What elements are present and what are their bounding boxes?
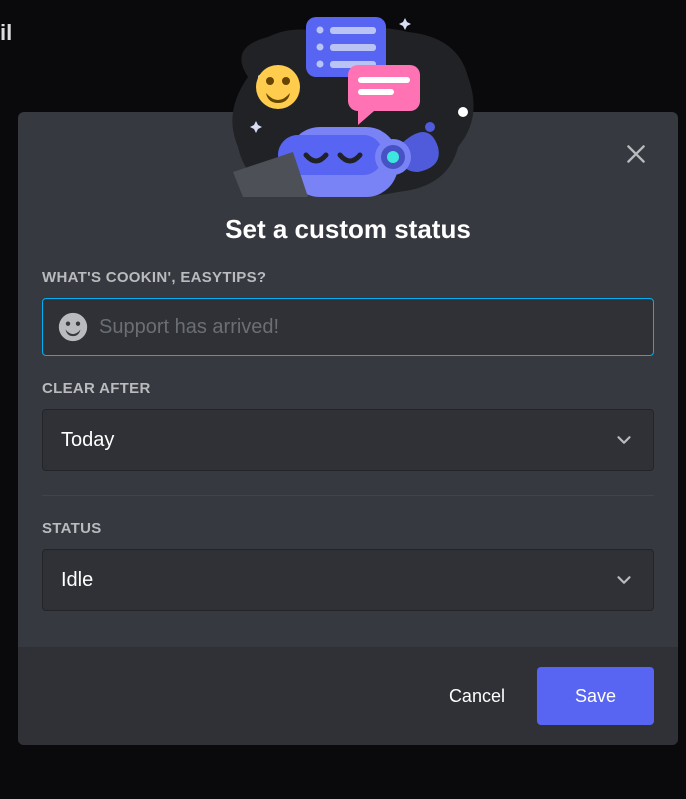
modal-body: WHAT'S COOKIN', EASYTIPS? CLEAR AFTER To bbox=[18, 245, 678, 647]
modal-header: Set a custom status bbox=[18, 112, 678, 245]
clear-after-value: Today bbox=[61, 429, 114, 452]
status-value: Idle bbox=[61, 569, 93, 592]
modal-title: Set a custom status bbox=[18, 214, 678, 245]
emoji-picker-button[interactable] bbox=[57, 311, 89, 343]
status-text-input-wrap bbox=[42, 298, 654, 356]
status-field: STATUS Idle bbox=[42, 520, 654, 611]
chevron-down-icon bbox=[613, 569, 635, 591]
custom-status-modal: Set a custom status WHAT'S COOKIN', EASY… bbox=[18, 112, 678, 745]
clear-after-field: CLEAR AFTER Today bbox=[42, 380, 654, 471]
grinning-face-icon bbox=[58, 312, 88, 342]
chevron-down-icon bbox=[613, 429, 635, 451]
background-text-fragment: il bbox=[0, 20, 12, 46]
cancel-button[interactable]: Cancel bbox=[441, 676, 513, 717]
clear-after-select[interactable]: Today bbox=[42, 409, 654, 471]
status-text-label: WHAT'S COOKIN', EASYTIPS? bbox=[42, 269, 654, 286]
save-button[interactable]: Save bbox=[537, 667, 654, 725]
close-icon bbox=[623, 141, 649, 167]
divider bbox=[42, 495, 654, 496]
status-text-input[interactable] bbox=[99, 299, 639, 355]
status-select[interactable]: Idle bbox=[42, 549, 654, 611]
close-button[interactable] bbox=[622, 140, 650, 168]
clear-after-label: CLEAR AFTER bbox=[42, 380, 654, 397]
status-label: STATUS bbox=[42, 520, 654, 537]
modal-footer: Cancel Save bbox=[18, 647, 678, 745]
status-text-field: WHAT'S COOKIN', EASYTIPS? bbox=[42, 269, 654, 356]
